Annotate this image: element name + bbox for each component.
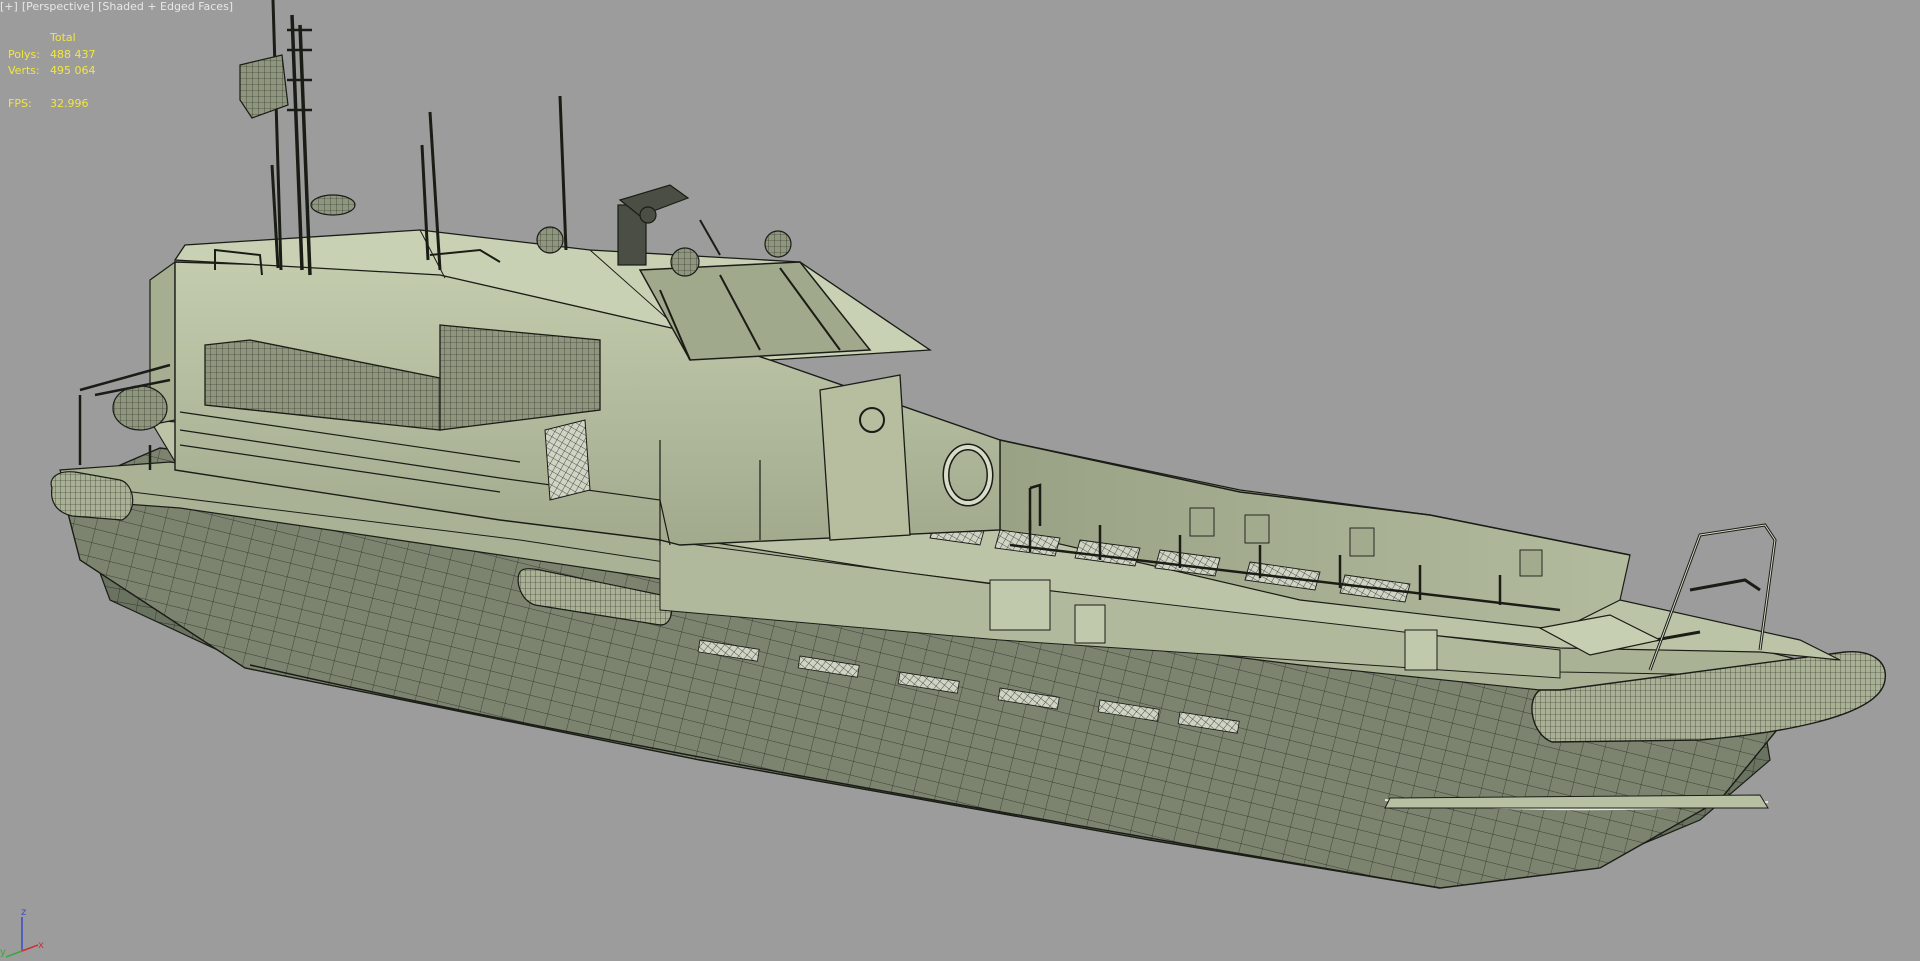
flag [239, 54, 289, 119]
radar-dome [310, 194, 356, 216]
liferaft-canister [112, 385, 168, 431]
boat-model[interactable] [0, 0, 1920, 961]
axis-z-label: z [21, 907, 26, 918]
3d-viewport[interactable]: [+] [Perspective] [Shaded + Edged Faces]… [0, 0, 1920, 961]
cabin-door [819, 374, 911, 541]
cabin-steps [544, 419, 591, 501]
axis-gizmo: z x y [0, 907, 44, 958]
axis-x-label: x [38, 940, 44, 951]
axis-y-label: y [0, 947, 6, 958]
mast [290, 14, 312, 276]
